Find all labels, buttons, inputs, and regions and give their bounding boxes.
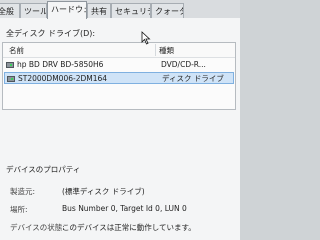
mouse-cursor-icon	[141, 31, 151, 45]
property-value: このデバイスは正常に動作しています。	[62, 223, 196, 232]
tab-strip: 全般 ツール ハードウェア 共有 セキュリティ クォータ	[0, 0, 240, 19]
column-separator[interactable]	[155, 44, 156, 56]
optical-drive-icon	[6, 62, 14, 68]
drive-name: ST2000DM006-2DM164	[18, 74, 108, 83]
tab-quota[interactable]: クォータ	[151, 3, 184, 18]
property-label: 製造元:	[10, 187, 36, 196]
tab-general[interactable]: 全般	[0, 3, 20, 18]
hard-disk-icon	[7, 76, 15, 82]
device-properties-title: デバイスのプロパティ	[6, 165, 81, 174]
property-manufacturer: 製造元: (標準ディスク ドライブ)	[10, 186, 236, 198]
drive-type: ディスク ドライブ	[162, 74, 224, 83]
property-value: (標準ディスク ドライブ)	[62, 187, 145, 196]
tab-tools[interactable]: ツール	[20, 3, 47, 18]
properties-window: 全般 ツール ハードウェア 共有 セキュリティ クォータ 全ディスク ドライブ(…	[0, 0, 240, 240]
property-device-status: デバイスの状態: このデバイスは正常に動作しています。	[10, 222, 236, 234]
property-label: 場所:	[10, 205, 28, 214]
list-item[interactable]: ST2000DM006-2DM164 ディスク ドライブ	[4, 72, 234, 84]
property-location: 場所: Bus Number 0, Target Id 0, LUN 0	[10, 204, 236, 216]
tab-security[interactable]: セキュリティ	[111, 3, 151, 18]
property-value: Bus Number 0, Target Id 0, LUN 0	[62, 204, 187, 213]
tab-sharing[interactable]: 共有	[87, 3, 111, 18]
column-header-name[interactable]: 名前	[9, 45, 24, 56]
drive-name: hp BD DRV BD-5850H6	[17, 60, 104, 69]
drive-list[interactable]: 名前 種類 hp BD DRV BD-5850H6 DVD/CD-R... ST…	[2, 42, 236, 110]
drive-type: DVD/CD-R...	[161, 60, 206, 69]
list-item[interactable]: hp BD DRV BD-5850H6 DVD/CD-R...	[4, 59, 234, 71]
property-label: デバイスの状態:	[10, 223, 65, 232]
all-disk-drives-label: 全ディスク ドライブ(D):	[6, 29, 96, 38]
list-header: 名前 種類	[3, 43, 235, 58]
column-header-type[interactable]: 種類	[159, 45, 174, 56]
tab-hardware[interactable]: ハードウェア	[47, 1, 87, 19]
hardware-panel: 全ディスク ドライブ(D): 名前 種類 hp BD DRV BD-5850H6…	[0, 18, 240, 240]
